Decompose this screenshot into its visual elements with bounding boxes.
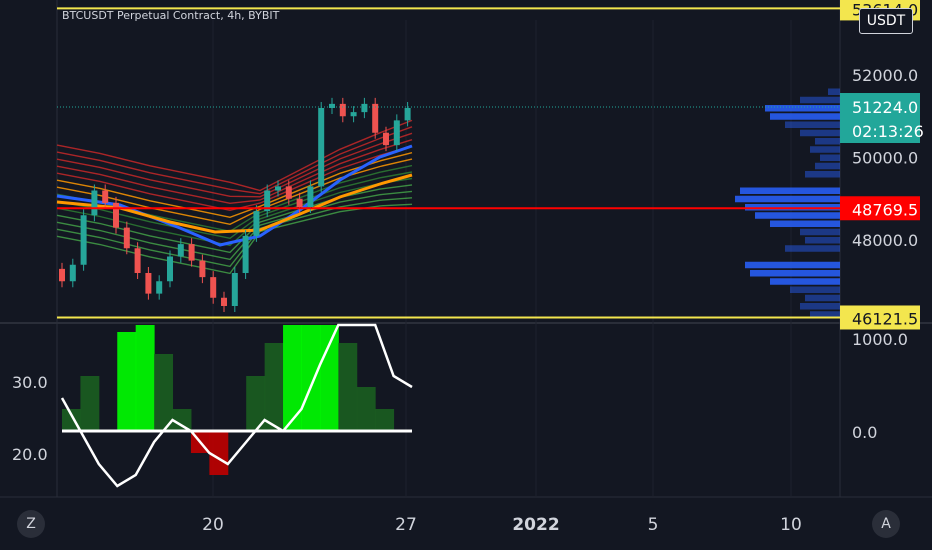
oscillator-bar-11 bbox=[264, 343, 284, 431]
osc-left-tick-0: 30.0 bbox=[12, 373, 48, 392]
candle-body-18 bbox=[253, 211, 260, 236]
oscillator-bar-8 bbox=[209, 431, 229, 475]
volume-profile-bar-21 bbox=[770, 278, 840, 285]
symbol-title: BTCUSDT Perpetual Contract, 4h, BYBIT bbox=[62, 9, 280, 22]
time-tick-1: 27 bbox=[395, 515, 417, 535]
oscillator-bar-15 bbox=[338, 343, 358, 431]
volume-profile-bar-23 bbox=[805, 294, 840, 302]
time-tick-2: 2022 bbox=[512, 515, 559, 535]
candle-body-8 bbox=[145, 273, 152, 294]
oscillator-bar-3 bbox=[117, 332, 137, 431]
price-chart: 53614.048769.546121.551224.002:13:265200… bbox=[0, 0, 932, 550]
candle-body-12 bbox=[188, 244, 195, 261]
time-tick-0: 20 bbox=[202, 515, 224, 535]
volume-profile-bar-5 bbox=[800, 129, 840, 137]
volume-profile-bar-20 bbox=[750, 270, 840, 277]
candle-body-14 bbox=[210, 277, 217, 298]
candle-body-0 bbox=[59, 268, 65, 282]
candle-body-30 bbox=[383, 132, 389, 146]
level-label-1: 48769.5 bbox=[852, 200, 918, 219]
volume-profile-bar-24 bbox=[800, 303, 840, 310]
volume-profile-bar-7 bbox=[810, 146, 840, 153]
candle-body-6 bbox=[123, 227, 130, 249]
volume-profile-bar-15 bbox=[770, 220, 840, 227]
candle-body-3 bbox=[91, 190, 98, 216]
candle-body-26 bbox=[339, 103, 346, 117]
volume-profile-bar-2 bbox=[765, 105, 840, 112]
candle-body-27 bbox=[350, 112, 357, 117]
time-tick-4: 10 bbox=[780, 515, 802, 535]
price-tick-1: 50000.0 bbox=[852, 149, 918, 168]
volume-profile-bar-14 bbox=[755, 212, 840, 219]
osc-right-tick-1: 0.0 bbox=[852, 423, 877, 442]
volume-profile-bar-0 bbox=[828, 88, 840, 95]
volume-profile-bar-6 bbox=[815, 138, 840, 145]
candle-body-2 bbox=[80, 215, 87, 265]
candle-body-20 bbox=[275, 186, 281, 191]
candle-body-16 bbox=[231, 273, 238, 306]
volume-profile-bar-8 bbox=[820, 154, 840, 161]
candle-body-29 bbox=[372, 103, 379, 133]
candle-body-5 bbox=[113, 202, 119, 228]
zoom-button[interactable]: Z bbox=[17, 510, 45, 538]
volume-profile-bar-19 bbox=[745, 261, 840, 269]
candle-body-15 bbox=[221, 297, 227, 306]
oscillator-bar-5 bbox=[154, 354, 174, 431]
oscillator-bar-4 bbox=[135, 325, 155, 431]
candle-body-1 bbox=[69, 264, 76, 282]
candle-body-11 bbox=[177, 244, 184, 257]
volume-profile-bar-18 bbox=[785, 245, 840, 252]
volume-profile-bar-13 bbox=[745, 204, 840, 211]
oscillator-bar-13 bbox=[301, 325, 321, 431]
price-tick-2: 48000.0 bbox=[852, 231, 918, 250]
osc-right-tick-0: 1000.0 bbox=[852, 330, 908, 349]
candle-body-9 bbox=[156, 281, 163, 294]
volume-profile-bar-22 bbox=[790, 286, 840, 293]
candle-body-32 bbox=[404, 108, 411, 121]
candle-body-4 bbox=[102, 190, 109, 203]
candle-body-28 bbox=[361, 103, 368, 113]
auto-scale-button[interactable]: A bbox=[872, 510, 900, 538]
volume-profile-bar-17 bbox=[805, 237, 840, 244]
candle-body-23 bbox=[307, 186, 314, 207]
oscillator-bar-16 bbox=[356, 387, 376, 431]
oscillator-bar-14 bbox=[319, 325, 339, 431]
time-tick-3: 5 bbox=[648, 515, 659, 535]
oscillator-bar-6 bbox=[172, 409, 192, 431]
volume-profile-bar-3 bbox=[770, 113, 840, 120]
candle-body-7 bbox=[134, 248, 141, 273]
oscillator-bar-12 bbox=[283, 325, 302, 431]
candle-body-25 bbox=[329, 103, 335, 108]
candle-body-31 bbox=[393, 120, 400, 146]
price-tick-0: 52000.0 bbox=[852, 66, 918, 85]
last-price-label: 51224.0 bbox=[852, 98, 918, 117]
volume-profile-bar-4 bbox=[785, 121, 840, 128]
candle-body-10 bbox=[167, 256, 173, 282]
osc-left-tick-1: 20.0 bbox=[12, 445, 48, 464]
volume-profile-bar-16 bbox=[800, 228, 840, 236]
volume-profile-bar-9 bbox=[815, 162, 840, 170]
candle-body-24 bbox=[318, 108, 325, 187]
volume-profile-bar-11 bbox=[740, 187, 840, 194]
oscillator-bar-1 bbox=[80, 376, 100, 431]
candle-body-17 bbox=[242, 235, 249, 273]
volume-profile-bar-12 bbox=[735, 195, 840, 203]
candle-body-21 bbox=[285, 186, 292, 199]
last-price-countdown: 02:13:26 bbox=[852, 122, 924, 141]
level-label-2: 46121.5 bbox=[852, 309, 918, 328]
candle-body-22 bbox=[296, 198, 303, 207]
volume-profile-bar-10 bbox=[805, 171, 840, 178]
oscillator-bar-17 bbox=[375, 409, 395, 431]
volume-profile-bar-1 bbox=[800, 96, 840, 104]
candle-body-13 bbox=[199, 260, 206, 278]
currency-button[interactable]: USDT bbox=[859, 8, 913, 34]
